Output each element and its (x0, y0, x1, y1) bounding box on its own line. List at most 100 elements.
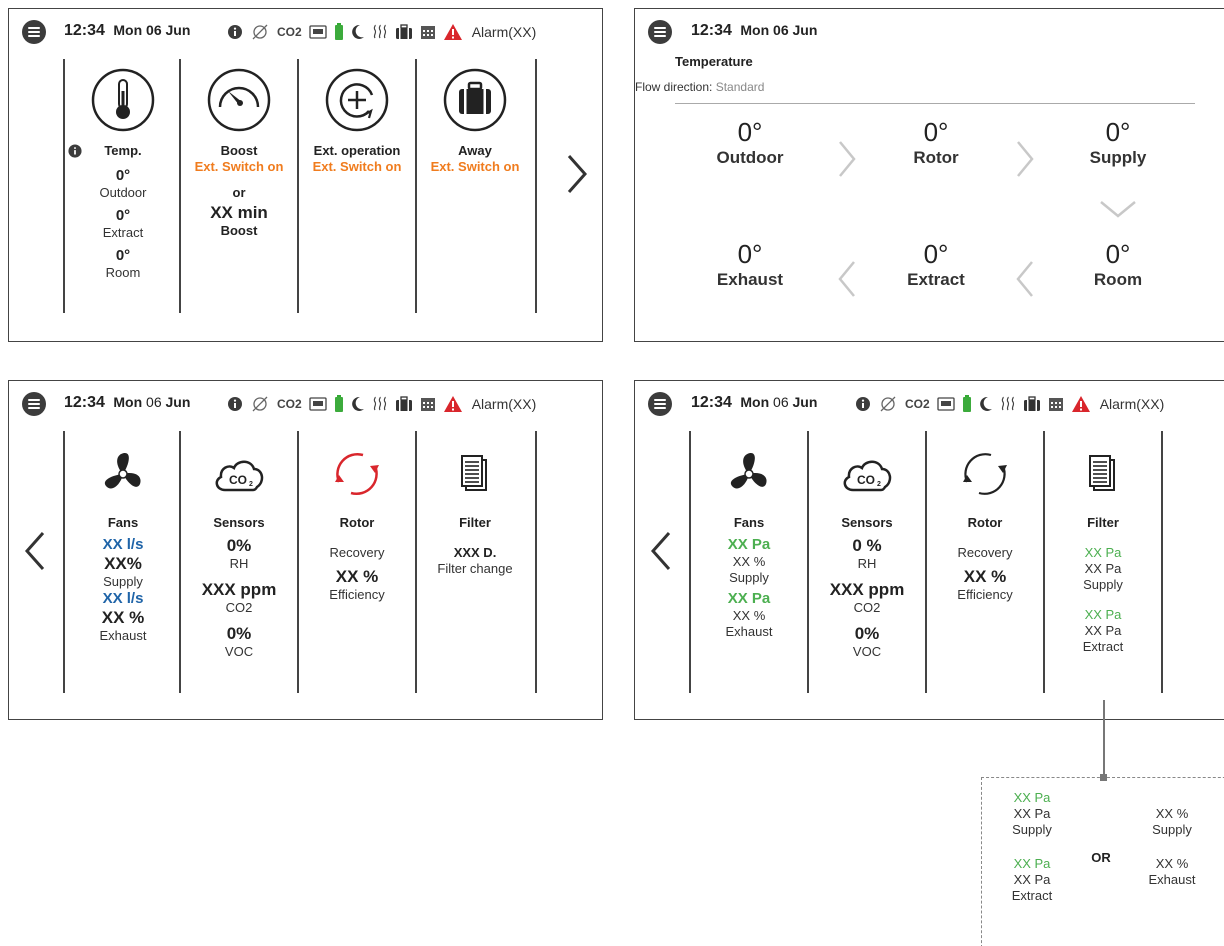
chevron-right-icon[interactable] (565, 154, 589, 194)
fans-label: Fans (107, 515, 139, 530)
efficiency-label: Efficiency (957, 587, 1013, 602)
efficiency-value: XX % (335, 567, 379, 586)
fans-tile[interactable]: Fans XX Pa XX % Supply XX Pa XX % Exhaus… (690, 447, 808, 640)
callout-extract-label: Extract (1011, 888, 1053, 903)
fans-label: Fans (733, 515, 765, 530)
ext-operation-tile[interactable]: Ext. operation Ext. Switch on (298, 67, 416, 175)
ext-operation-switch-status: Ext. Switch on (312, 159, 402, 174)
filter-supply-pressure: XX Pa (1084, 561, 1122, 576)
extract-label: Extract (102, 225, 144, 240)
menu-icon[interactable] (648, 20, 672, 44)
chevron-left-icon[interactable] (23, 531, 47, 571)
temp-label: Temp. (104, 143, 142, 158)
rotor-rotation-icon (963, 453, 1007, 495)
rotor-tile[interactable]: Rotor Recovery XX % Efficiency (298, 447, 416, 603)
exhaust-value: 0° (737, 239, 763, 269)
rh-value: 0% (226, 536, 252, 555)
day: Mon (113, 22, 143, 38)
info-icon[interactable] (227, 24, 243, 40)
flow-direction-value[interactable]: Standard (716, 80, 765, 94)
night-mode-icon (351, 396, 365, 412)
fans-tile[interactable]: Fans XX l/s XX% Supply XX l/s XX % Exhau… (64, 447, 182, 644)
page-title: Temperature (675, 54, 753, 69)
heating-icon (372, 24, 388, 40)
filter-tile[interactable]: Filter XXX D. Filter change (416, 447, 534, 577)
sensors-label: Sensors (841, 515, 893, 530)
filter-tile[interactable]: Filter XX Pa XX Pa Supply XX Pa XX Pa Ex… (1044, 447, 1162, 655)
alarm-warning-icon[interactable] (1071, 395, 1091, 413)
menu-icon[interactable] (22, 20, 46, 44)
menu-icon[interactable] (648, 392, 672, 416)
callout-connector (1103, 700, 1105, 780)
flow-direction-label: Flow direction: (635, 80, 713, 94)
alarm-warning-icon[interactable] (443, 23, 463, 41)
exhaust-percent: XX % (101, 608, 145, 627)
room-value: 0° (1105, 239, 1131, 269)
boost-switch-status: Ext. Switch on (194, 159, 284, 174)
panel-status-pressure: 12:34 Mon 06 Jun CO2 Alarm(XX) Fans XX P… (634, 380, 1224, 720)
co2-indicator: CO2 (905, 397, 930, 411)
outdoor-temp: 0° Outdoor (695, 117, 805, 169)
outdoor-label: Outdoor (716, 148, 784, 167)
panel-temperature-flow: 12:34 Mon 06 Jun Temperature Flow direct… (634, 8, 1224, 342)
exhaust-label: Exhaust (725, 624, 773, 639)
temperature-tile[interactable]: Temp. 0° Outdoor 0° Extract 0° Room (64, 67, 182, 281)
rh-label: RH (857, 556, 877, 571)
sensors-tile[interactable]: CO 2 Sensors 0% RH XXX ppm CO2 0% VOC (180, 447, 298, 660)
recovery-label: Recovery (957, 545, 1013, 560)
svg-text:CO: CO (857, 473, 875, 487)
battery-icon (334, 395, 344, 413)
info-icon[interactable] (855, 396, 871, 412)
clock: 12:34 Mon 06 Jun (64, 394, 190, 412)
room-label: Room (1093, 270, 1143, 289)
info-icon[interactable] (68, 144, 82, 158)
suitcase-icon (443, 68, 507, 132)
status-icons: CO2 Alarm(XX) (227, 20, 536, 44)
alarm-label[interactable]: Alarm(XX) (472, 24, 537, 40)
calendar-icon (420, 396, 436, 412)
away-tile[interactable]: Away Ext. Switch on (416, 67, 534, 175)
sensors-tile[interactable]: CO 2 Sensors 0 % RH XXX ppm CO2 0% VOC (808, 447, 926, 660)
month: Jun (792, 22, 818, 38)
rotor-tile[interactable]: Rotor Recovery XX % Efficiency (926, 447, 1044, 603)
date: 06 (773, 394, 789, 410)
time: 12:34 (64, 22, 105, 39)
callout-supply-pressure-measured: XX Pa (1013, 790, 1051, 805)
alarm-label[interactable]: Alarm(XX) (1100, 396, 1165, 412)
speedometer-icon (207, 68, 271, 132)
chevron-left-icon[interactable] (649, 531, 673, 571)
thermometer-icon (91, 68, 155, 132)
flow-arrow-left-icon (838, 261, 855, 297)
filter-supply-label: Supply (1083, 577, 1123, 592)
menu-icon[interactable] (22, 392, 46, 416)
panel-status-flow: 12:34 Mon 06 Jun CO2 Alarm(XX) Fans XX l… (8, 380, 603, 720)
flow-arrow-down-icon (1100, 201, 1136, 218)
exhaust-flow-value: XX l/s (102, 590, 144, 607)
ext-operation-icon (325, 68, 389, 132)
boost-label: Boost (220, 143, 258, 158)
co2-indicator: CO2 (277, 25, 302, 39)
supply-flow-value: XX l/s (102, 536, 144, 553)
callout-left-column: XX Pa XX Pa Supply XX Pa XX Pa Extract (992, 790, 1072, 904)
alarm-label[interactable]: Alarm(XX) (472, 396, 537, 412)
extract-value: 0° (923, 239, 949, 269)
clock: 12:34 Mon 06 Jun (691, 22, 817, 40)
boost-tile[interactable]: Boost Ext. Switch on or XX min Boost (180, 67, 298, 239)
filter-label: Filter (1087, 515, 1119, 530)
callout-box: XX Pa XX Pa Supply XX Pa XX Pa Extract O… (981, 774, 1224, 946)
no-connection-icon (878, 396, 898, 412)
room-temp: 0° Room (1063, 239, 1173, 291)
date: 06 (773, 22, 789, 38)
voc-value: 0% (854, 624, 880, 643)
filter-days-value: XXX D. (453, 545, 497, 560)
filter-label: Filter (459, 515, 491, 530)
room-label: Room (105, 265, 141, 280)
extract-temp: 0° Extract (881, 239, 991, 291)
exhaust-label: Exhaust (99, 628, 147, 643)
voc-label: VOC (852, 644, 882, 659)
keyboard-icon (309, 397, 327, 411)
info-icon[interactable] (227, 396, 243, 412)
supply-percent: XX % (732, 554, 766, 569)
filter-extract-pressure-measured: XX Pa (1084, 607, 1122, 622)
alarm-warning-icon[interactable] (443, 395, 463, 413)
